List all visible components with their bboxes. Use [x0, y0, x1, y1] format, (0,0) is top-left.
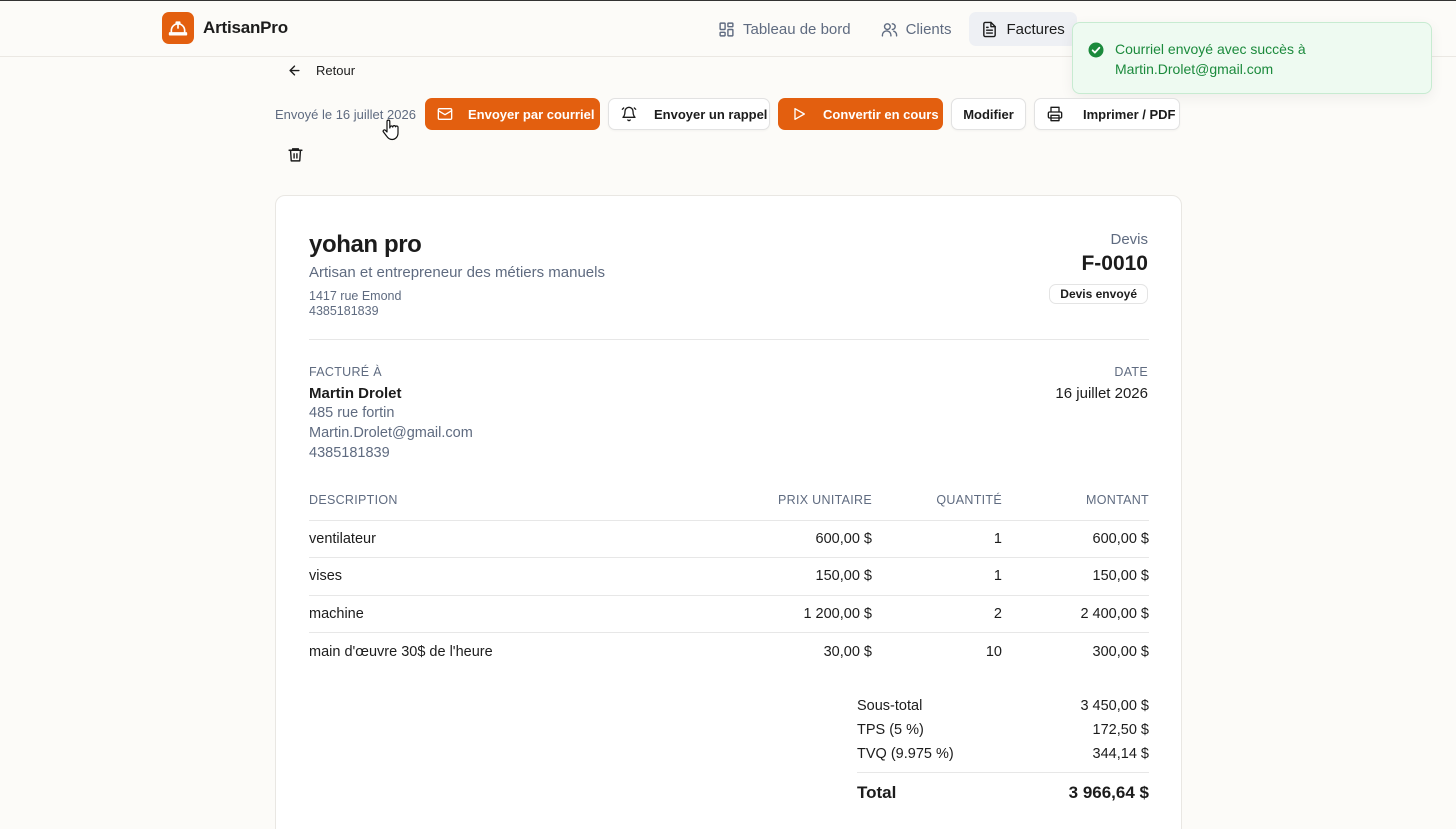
back-link[interactable]: Retour	[287, 60, 355, 80]
bill-to: FACTURÉ À Martin Drolet 485 rue fortin M…	[309, 365, 473, 462]
table-row: machine 1 200,00 $ 2 2 400,00 $	[309, 595, 1149, 633]
client-phone: 4385181839	[309, 445, 390, 461]
item-quantity: 1	[872, 557, 1002, 596]
edit-label: Modifier	[963, 106, 1014, 122]
column-header: DESCRIPTION	[309, 493, 749, 521]
subtotal-label: Sous-total	[857, 698, 923, 714]
company-name: yohan pro	[309, 231, 422, 258]
nav-item-label: Factures	[1006, 20, 1065, 38]
total-row: Total 3 966,64 $	[857, 781, 1149, 805]
company-phone: 4385181839	[309, 304, 379, 318]
print-pdf-label: Imprimer / PDF	[1083, 106, 1176, 122]
divider	[857, 772, 1149, 773]
convert-button[interactable]: Convertir en cours	[778, 98, 943, 130]
bill-to-label: FACTURÉ À	[309, 365, 382, 379]
arrow-left-icon	[289, 64, 300, 76]
client-address: 485 rue fortin	[309, 405, 395, 421]
bell-icon	[621, 106, 637, 122]
company-tagline: Artisan et entrepreneur des métiers manu…	[309, 264, 605, 281]
item-unit-price: 1 200,00 $	[749, 595, 872, 633]
back-label: Retour	[316, 62, 356, 78]
item-amount: 150,00 $	[1002, 557, 1149, 596]
edit-button[interactable]: Modifier	[951, 98, 1026, 130]
company-info: yohan pro Artisan et entrepreneur des mé…	[309, 231, 605, 319]
trash-icon[interactable]	[287, 146, 304, 163]
item-unit-price: 150,00 $	[749, 557, 872, 596]
play-icon	[794, 108, 805, 120]
item-amount: 300,00 $	[1092, 643, 1149, 660]
table-row: main d'œuvre 30$ de l'heure 30,00 $ 10 3…	[309, 633, 1149, 671]
users-icon	[881, 22, 897, 37]
document-info: Devis F-0010 Devis envoyé	[1049, 231, 1148, 304]
hand-cursor-icon	[382, 119, 399, 141]
date-value: 16 juillet 2026	[1055, 385, 1148, 402]
table-row: vises 150,00 $ 1 150,00 $	[309, 557, 1149, 596]
item-quantity: 1	[872, 520, 1002, 558]
send-reminder-button[interactable]: Envoyer un rappel	[608, 98, 770, 130]
column-header: QUANTITÉ	[872, 493, 1002, 521]
client-name: Martin Drolet	[309, 385, 402, 402]
toast-message: Courriel envoyé avec succès à Martin.Dro…	[1115, 41, 1306, 77]
item-description: ventilateur	[309, 520, 749, 558]
total-label: Total	[857, 783, 897, 802]
subtotal-value: 3 450,00 $	[1080, 698, 1149, 714]
item-unit-price: 30,00 $	[823, 643, 872, 660]
totals-block: Sous-total 3 450,00 $ TPS (5 %) 172,50 $…	[857, 694, 1149, 805]
brand[interactable]: ArtisanPro	[162, 12, 288, 44]
item-description: main d'œuvre 30$ de l'heure	[309, 643, 493, 660]
table-header-row: DESCRIPTION PRIX UNITAIRE QUANTITÉ MONTA…	[309, 493, 1149, 521]
line-items-table: DESCRIPTION PRIX UNITAIRE QUANTITÉ MONTA…	[309, 493, 1149, 670]
main-nav: Tableau de bord Clients Factures	[706, 12, 1077, 46]
item-description: machine	[309, 595, 749, 633]
mail-icon	[437, 108, 453, 120]
tps-row: TPS (5 %) 172,50 $	[857, 718, 1149, 742]
nav-item-label: Tableau de bord	[743, 20, 851, 38]
print-pdf-button[interactable]: Imprimer / PDF	[1034, 98, 1180, 130]
brand-name: ArtisanPro	[203, 18, 288, 37]
file-icon	[983, 21, 997, 37]
column-header: PRIX UNITAIRE	[749, 493, 872, 521]
divider	[309, 339, 1149, 340]
tvq-label: TVQ (9.975 %)	[857, 746, 954, 762]
dashboard-icon	[719, 21, 734, 37]
send-email-label: Envoyer par courriel	[468, 106, 595, 122]
nav-item-dashboard[interactable]: Tableau de bord	[706, 12, 863, 46]
column-header: MONTANT	[1002, 493, 1149, 521]
tps-label: TPS (5 %)	[857, 722, 924, 738]
tvq-value: 344,14 $	[1092, 746, 1149, 762]
nav-item-invoices[interactable]: Factures	[969, 12, 1077, 46]
quote-card: yohan pro Artisan et entrepreneur des mé…	[275, 195, 1182, 829]
client-email: Martin.Drolet@gmail.com	[309, 425, 473, 441]
total-value: 3 966,64 $	[1068, 783, 1149, 802]
date-label: DATE	[1114, 365, 1148, 379]
tvq-row: TVQ (9.975 %) 344,14 $	[857, 742, 1149, 766]
document-number: F-0010	[1081, 252, 1148, 275]
send-reminder-label: Envoyer un rappel	[654, 106, 768, 122]
send-email-button[interactable]: Envoyer par courriel	[425, 98, 600, 130]
item-amount: 2 400,00 $	[1002, 595, 1149, 633]
tps-value: 172,50 $	[1092, 722, 1149, 738]
success-toast: Courriel envoyé avec succès à Martin.Dro…	[1072, 22, 1432, 94]
item-quantity: 10	[985, 643, 1002, 660]
helmet-icon	[162, 12, 194, 44]
status-badge: Devis envoyé	[1049, 284, 1148, 304]
item-quantity: 2	[872, 595, 1002, 633]
item-description: vises	[309, 557, 749, 596]
document-type: Devis	[1110, 231, 1148, 248]
nav-item-clients[interactable]: Clients	[869, 12, 964, 46]
table-row: ventilateur 600,00 $ 1 600,00 $	[309, 520, 1149, 558]
company-address: 1417 rue Emond	[309, 289, 402, 303]
check-circle-icon	[1088, 42, 1104, 58]
subtotal-row: Sous-total 3 450,00 $	[857, 694, 1149, 718]
printer-icon	[1047, 106, 1063, 122]
convert-label: Convertir en cours	[823, 106, 939, 122]
item-amount: 600,00 $	[1002, 520, 1149, 558]
date-block: DATE 16 juillet 2026	[1055, 365, 1148, 402]
nav-item-label: Clients	[905, 20, 952, 38]
item-unit-price: 600,00 $	[749, 520, 872, 558]
